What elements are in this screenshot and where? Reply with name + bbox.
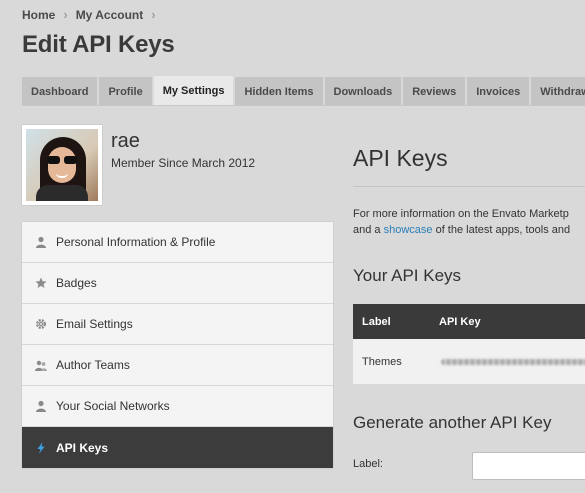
sidebar-item-label: Author Teams (56, 358, 130, 372)
tab-my-settings[interactable]: My Settings (153, 76, 234, 106)
breadcrumb: Home › My Account › (22, 7, 164, 22)
showcase-link[interactable]: showcase (384, 224, 433, 236)
section-heading: API Keys (353, 145, 448, 171)
tab-profile[interactable]: Profile (99, 77, 152, 106)
sidebar-item-social-networks[interactable]: Your Social Networks (22, 386, 333, 427)
profile-name: rae (111, 130, 140, 152)
column-header-api-key: API Key (439, 315, 481, 328)
breadcrumb-home[interactable]: Home (22, 8, 55, 22)
breadcrumb-my-account[interactable]: My Account (76, 8, 144, 22)
tab-hidden-items[interactable]: Hidden Items (235, 77, 323, 106)
person-icon (35, 400, 47, 412)
settings-sidebar: Personal Information & Profile Badges Em… (22, 222, 333, 468)
heading-divider (353, 186, 585, 187)
sidebar-item-api-keys[interactable]: API Keys (22, 427, 333, 468)
your-api-keys-heading: Your API Keys (353, 266, 462, 285)
intro-line-1: For more information on the Envato Marke… (353, 208, 569, 220)
label-field-label: Label: (353, 458, 383, 470)
sidebar-item-author-teams[interactable]: Author Teams (22, 345, 333, 386)
sidebar-item-badges[interactable]: Badges (22, 263, 333, 304)
sidebar-item-label: Badges (56, 276, 97, 290)
main-content: API Keys For more information on the Env… (353, 0, 585, 493)
chevron-right-icon: › (151, 7, 156, 22)
sidebar-item-label: Email Settings (56, 317, 133, 331)
lightning-icon (35, 441, 47, 454)
sidebar-item-personal-information[interactable]: Personal Information & Profile (22, 222, 333, 263)
redacted-api-key (441, 359, 585, 365)
key-label: Themes (362, 356, 402, 368)
chevron-right-icon: › (63, 7, 68, 22)
sidebar-item-label: Personal Information & Profile (56, 235, 216, 249)
gear-icon (35, 318, 47, 330)
member-since: Member Since March 2012 (111, 156, 256, 170)
api-keys-table: Label API Key Themes (353, 304, 585, 384)
sidebar-item-email-settings[interactable]: Email Settings (22, 304, 333, 345)
label-input[interactable] (472, 452, 585, 480)
sidebar-item-label: API Keys (56, 440, 109, 455)
person-icon (35, 236, 47, 248)
page-title: Edit API Keys (22, 31, 175, 58)
sidebar-item-label: Your Social Networks (56, 399, 170, 413)
avatar[interactable] (22, 125, 102, 205)
avatar-photo (26, 129, 98, 201)
table-row: Themes (353, 339, 585, 384)
column-header-label: Label (362, 315, 391, 328)
intro-text: For more information on the Envato Marke… (353, 206, 585, 238)
team-icon (35, 359, 47, 371)
generate-key-heading: Generate another API Key (353, 413, 552, 432)
intro-line-2: and a showcase of the latest apps, tools… (353, 224, 571, 236)
star-icon (35, 277, 47, 289)
table-header: Label API Key (353, 304, 585, 339)
tab-dashboard[interactable]: Dashboard (22, 77, 98, 106)
